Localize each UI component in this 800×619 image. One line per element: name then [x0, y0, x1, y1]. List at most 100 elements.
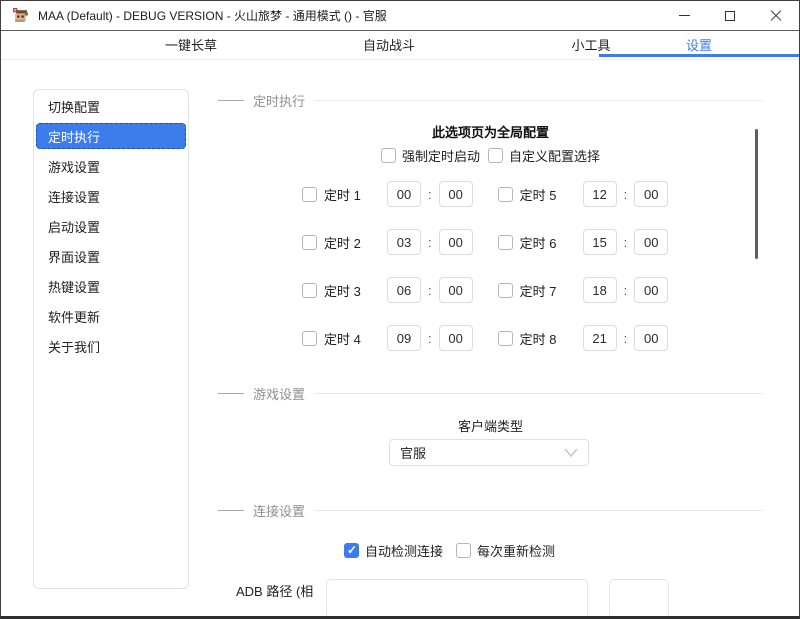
window-title: MAA (Default) - DEBUG VERSION - 火山旅梦 - 通…: [38, 9, 387, 23]
tab-auto-battle[interactable]: 自动战斗: [345, 31, 433, 57]
timer-3-hour-input[interactable]: [387, 277, 421, 303]
timer-7: 定时 7 :: [497, 277, 669, 303]
timer-row: 定时 3 : 定时 7 :: [302, 277, 669, 303]
sidebar-item-startup[interactable]: 启动设置: [36, 213, 186, 239]
timer-4-label: 定时 4: [324, 331, 361, 347]
timer-4-minute-input[interactable]: [438, 325, 473, 351]
timer-3-minute-input[interactable]: [438, 277, 473, 303]
timer-3-checkbox[interactable]: [302, 282, 317, 298]
time-separator: :: [428, 282, 432, 298]
client-type-dropdown[interactable]: 官服: [389, 439, 589, 466]
timer-2-hour-input[interactable]: [387, 229, 421, 255]
custom-config-checkbox[interactable]: [488, 148, 503, 163]
timer-2-checkbox[interactable]: [302, 234, 317, 250]
sidebar-item-game-settings[interactable]: 游戏设置: [36, 153, 186, 179]
timer-3: 定时 3 :: [302, 277, 473, 303]
maximize-button[interactable]: [707, 1, 753, 30]
timer-8-checkbox[interactable]: [497, 330, 513, 346]
timer-4: 定时 4 :: [302, 325, 473, 351]
client-type-label: 客户端类型: [457, 419, 523, 434]
active-tab-underline: [599, 54, 799, 57]
timer-4-hour-input[interactable]: [387, 325, 421, 351]
redetect-checkbox[interactable]: [456, 543, 472, 558]
force-timed-start-checkbox[interactable]: [380, 148, 396, 163]
tab-farming[interactable]: 一键长草: [147, 31, 235, 57]
sidebar-item-connection[interactable]: 连接设置: [36, 183, 186, 209]
maximize-icon: [725, 10, 735, 21]
sidebar-item-switch-config[interactable]: 切换配置: [36, 93, 186, 119]
time-separator: :: [428, 330, 432, 346]
section-dash: [218, 393, 244, 394]
minimize-button[interactable]: [661, 1, 707, 30]
timer-1-hour-input[interactable]: [387, 181, 421, 207]
section-title: 游戏设置: [253, 387, 306, 402]
section-line: [314, 393, 763, 394]
timer-grid: 定时 1 : 定时 5 : 定时 2 :: [302, 181, 669, 373]
timer-7-label: 定时 7: [519, 283, 557, 299]
timer-5-checkbox[interactable]: [497, 186, 513, 202]
close-icon: [770, 10, 782, 22]
sidebar-item-about-us[interactable]: 关于我们: [36, 333, 186, 359]
timer-7-checkbox[interactable]: [497, 282, 513, 298]
timer-8-hour-input[interactable]: [582, 325, 617, 351]
adb-path-browse-button[interactable]: [609, 579, 669, 616]
app-icon: [13, 8, 28, 22]
client-type-value: 官服: [400, 446, 427, 461]
section-title: 连接设置: [253, 504, 306, 519]
settings-content: 定时执行 此选项页为全局配置 强制定时启动 自定义配置选择 定时 1 :: [218, 62, 763, 616]
section-header-connection: 连接设置: [218, 501, 763, 520]
timer-6-minute-input[interactable]: [634, 229, 669, 255]
section-line: [314, 100, 763, 101]
time-separator: :: [623, 186, 628, 202]
timer-options-row: 强制定时启动 自定义配置选择: [218, 146, 763, 165]
timer-6: 定时 6 :: [497, 229, 669, 255]
custom-config-label: 自定义配置选择: [509, 149, 601, 164]
titlebar: MAA (Default) - DEBUG VERSION - 火山旅梦 - 通…: [1, 1, 799, 31]
time-separator: :: [623, 282, 628, 298]
timer-2-minute-input[interactable]: [438, 229, 473, 255]
auto-detect-label: 自动检测连接: [365, 544, 444, 559]
time-separator: :: [428, 186, 432, 202]
close-button[interactable]: [753, 1, 799, 30]
timer-6-checkbox[interactable]: [497, 234, 513, 250]
section-header-timer: 定时执行: [218, 91, 763, 110]
timer-2: 定时 2 :: [302, 229, 473, 255]
section-dash: [218, 510, 244, 511]
timer-7-minute-input[interactable]: [634, 277, 669, 303]
adb-path-label: ADB 路径 (相: [236, 584, 314, 599]
time-separator: :: [428, 234, 432, 250]
timer-1-minute-input[interactable]: [438, 181, 473, 207]
timer-5-hour-input[interactable]: [582, 181, 617, 207]
timer-8-minute-input[interactable]: [634, 325, 669, 351]
timer-1-checkbox[interactable]: [302, 186, 317, 202]
sidebar-item-hotkeys[interactable]: 热键设置: [36, 273, 186, 299]
section-header-game: 游戏设置: [218, 384, 763, 403]
timer-8-label: 定时 8: [519, 331, 557, 347]
adb-path-row: ADB 路径 (相: [218, 579, 763, 616]
timer-row: 定时 1 : 定时 5 :: [302, 181, 669, 207]
timer-row: 定时 4 : 定时 8 :: [302, 325, 669, 351]
timer-row: 定时 2 : 定时 6 :: [302, 229, 669, 255]
timer-5-label: 定时 5: [519, 187, 557, 203]
time-separator: :: [623, 330, 628, 346]
section-line: [314, 510, 763, 511]
redetect-label: 每次重新检测: [477, 544, 556, 559]
sidebar-item-timer[interactable]: 定时执行: [36, 123, 186, 149]
sidebar-item-interface[interactable]: 界面设置: [36, 243, 186, 269]
force-timed-start-label: 强制定时启动: [401, 149, 480, 164]
timer-6-hour-input[interactable]: [582, 229, 617, 255]
timer-5-minute-input[interactable]: [634, 181, 669, 207]
connection-options-row: 自动检测连接 每次重新检测: [344, 541, 555, 560]
auto-detect-checkbox[interactable]: [344, 543, 359, 558]
adb-path-input[interactable]: [326, 579, 588, 616]
section-dash: [218, 100, 244, 101]
content-scrollbar[interactable]: [755, 129, 758, 259]
timer-8: 定时 8 :: [497, 325, 669, 351]
timer-4-checkbox[interactable]: [302, 330, 317, 346]
time-separator: :: [623, 234, 628, 250]
window-controls: [661, 1, 799, 30]
timer-3-label: 定时 3: [324, 283, 361, 299]
timer-7-hour-input[interactable]: [582, 277, 617, 303]
app-window: MAA (Default) - DEBUG VERSION - 火山旅梦 - 通…: [0, 0, 800, 619]
sidebar-item-software-update[interactable]: 软件更新: [36, 303, 186, 329]
